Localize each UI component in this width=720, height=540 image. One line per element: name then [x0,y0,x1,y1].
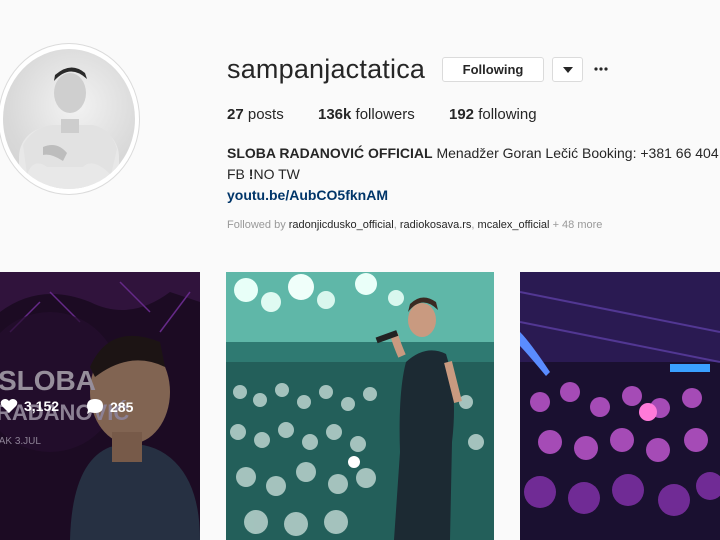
bio-text-fb: FB [227,166,245,182]
heart-icon [0,399,18,413]
posts-stat: 27 posts [227,106,284,123]
post-tile[interactable] [226,272,494,540]
suggestions-dropdown-button[interactable] [552,57,583,82]
followers-stat[interactable]: 136k followers [318,106,415,123]
followed-by-prefix: Followed by [227,219,286,231]
more-options-icon [594,67,608,71]
followers-label: followers [355,106,415,123]
more-options-button[interactable] [592,60,610,78]
posts-count: 27 [227,106,244,123]
post-image [226,272,494,540]
posts-label: posts [247,106,284,123]
post-comments-count: 285 [110,398,134,415]
followers-count: 136k [318,106,352,123]
followed-by-account[interactable]: mcalex_official [478,219,550,231]
caret-down-icon [562,66,573,73]
following-stat[interactable]: 192 following [449,106,537,123]
post-likes-stat: 3,152 [0,398,59,414]
bio-text-line1: Menadžer Goran Lečić Booking: +381 66 40… [436,145,719,161]
profile-bio: SLOBA RADANOVIĆ OFFICIAL Menadžer Goran … [227,143,720,185]
bio-text-line2: NO TW [253,166,300,182]
full-name: SLOBA RADANOVIĆ OFFICIAL [227,145,433,161]
followed-by: Followed by radonjicdusko_official, radi… [227,219,603,231]
avatar [3,49,135,189]
followed-by-more[interactable]: + 48 more [553,219,603,231]
post-image [520,272,720,540]
comment-icon [87,399,103,414]
post-tile[interactable] [520,272,720,540]
post-likes-count: 3,152 [24,398,60,414]
profile-avatar-ring[interactable] [0,43,140,195]
following-label: following [478,106,537,123]
post-comments-stat: 285 [86,398,133,415]
followed-by-account[interactable]: radiokosava.rs [400,219,472,231]
bio-link[interactable]: youtu.be/AubCO5fknAM [227,187,388,203]
following-count: 192 [449,106,475,123]
followed-by-account[interactable]: radonjicdusko_official [289,219,394,231]
profile-username: sampanjactatica [227,54,426,84]
following-button[interactable]: Following [442,57,544,82]
